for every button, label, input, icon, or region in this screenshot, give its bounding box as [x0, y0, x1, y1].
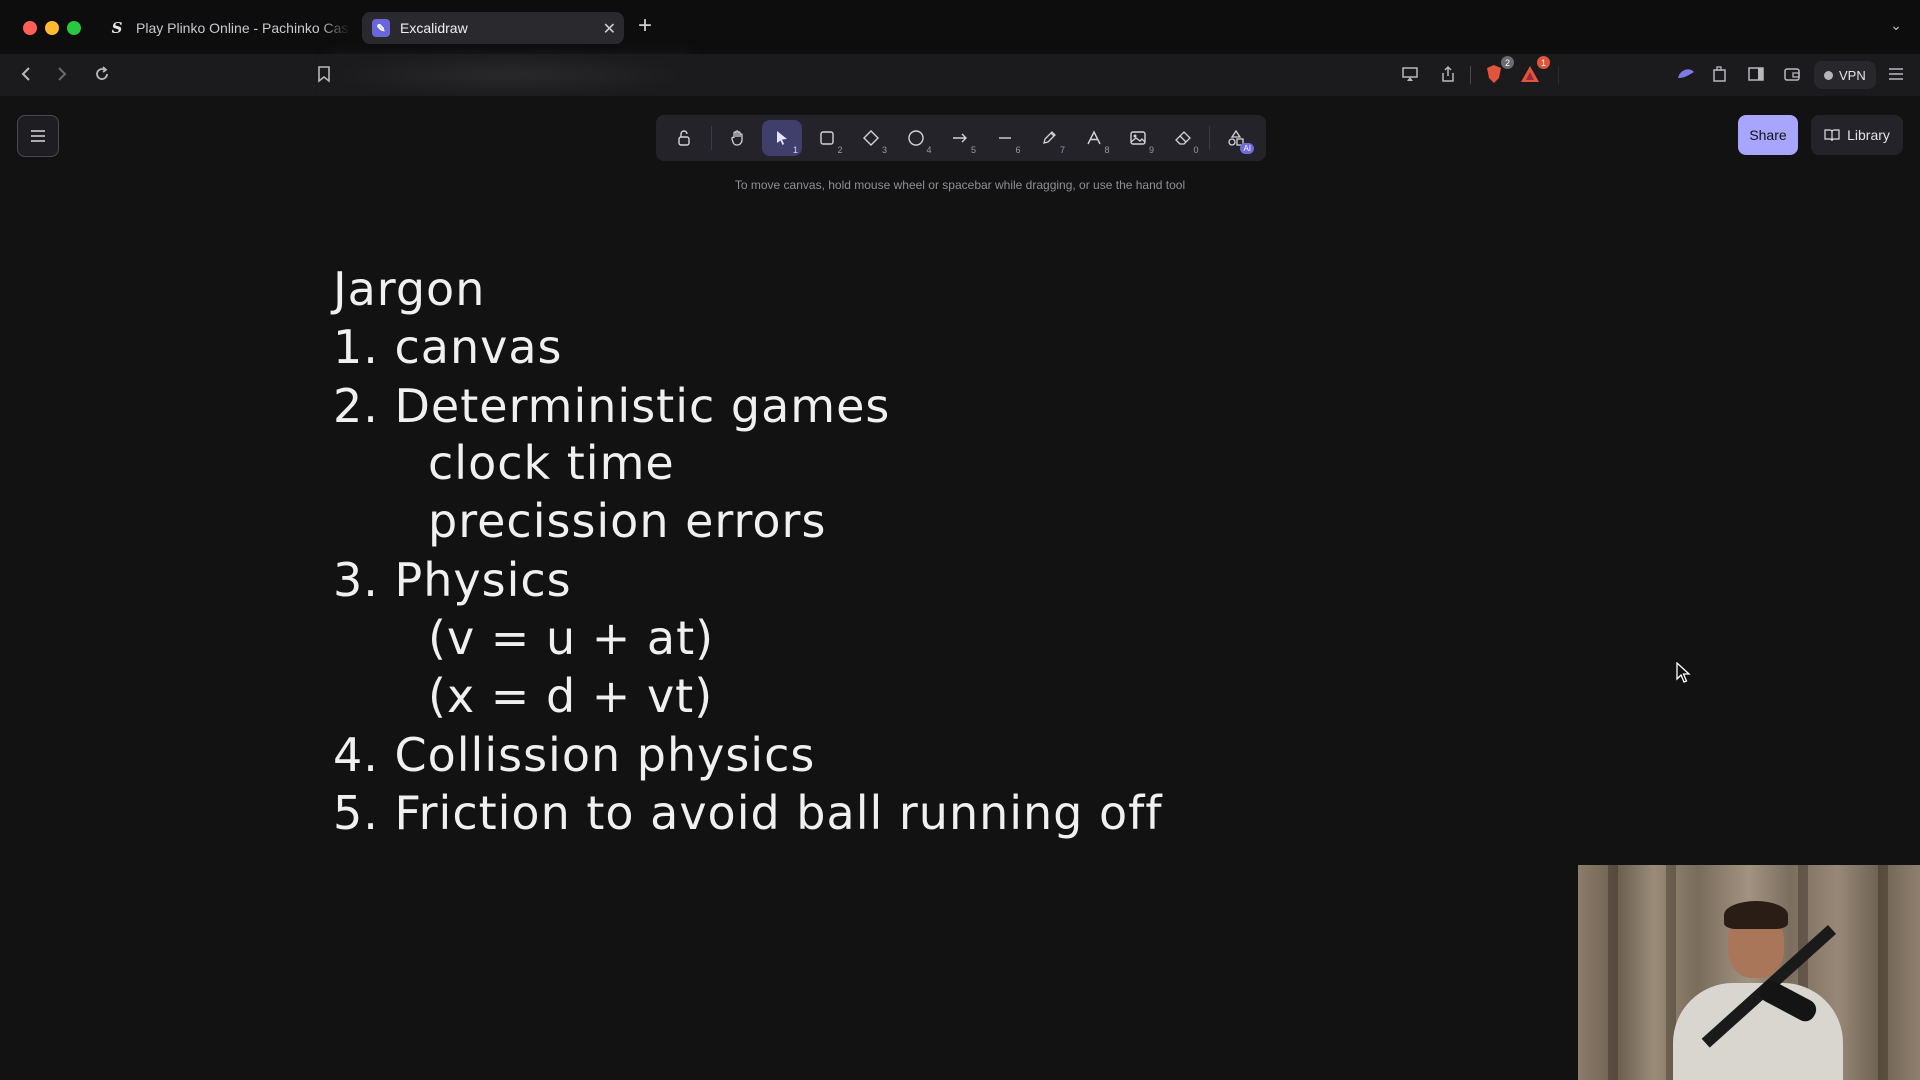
more-tools-button[interactable]: AI	[1216, 120, 1256, 156]
line-tool-button[interactable]: 6	[985, 120, 1025, 156]
excalidraw-icon: ✎	[372, 19, 390, 37]
text-tool-button[interactable]: 8	[1074, 120, 1114, 156]
canvas-text-line[interactable]: 1. canvas	[333, 324, 563, 370]
cast-icon[interactable]	[1396, 60, 1424, 88]
browser-chrome: S Play Plinko Online - Pachinko Casi ✎ E…	[0, 0, 1920, 96]
lock-tool-button[interactable]	[664, 120, 704, 156]
brave-shields-icon[interactable]: 2	[1480, 56, 1514, 88]
navigation-bar: 2 1 VPN	[0, 54, 1920, 96]
shortcut-key: 8	[1104, 145, 1110, 155]
canvas-text-line[interactable]: 2. Deterministic games	[333, 383, 890, 429]
vpn-label: VPN	[1839, 67, 1866, 83]
forward-icon[interactable]	[48, 60, 76, 88]
alert-count-badge: 1	[1537, 56, 1550, 69]
share-button[interactable]: Share	[1738, 115, 1798, 155]
shield-count-badge: 2	[1501, 56, 1514, 69]
maximize-window-button[interactable]	[67, 21, 81, 35]
tab-title: Excalidraw	[400, 20, 468, 36]
wallet-icon[interactable]	[1778, 60, 1806, 88]
text-icon	[1086, 130, 1101, 145]
main-menu-button[interactable]	[17, 115, 59, 157]
leo-ai-icon[interactable]	[1672, 60, 1700, 88]
shortcut-key: 9	[1148, 145, 1154, 155]
shortcut-key: 0	[1193, 145, 1199, 155]
bookmark-icon[interactable]	[310, 60, 338, 88]
pointer-icon	[777, 131, 787, 145]
mouse-cursor-icon	[1676, 662, 1691, 683]
vpn-status-icon	[1824, 70, 1833, 80]
extensions-icon[interactable]	[1706, 60, 1734, 88]
reload-icon[interactable]	[88, 60, 116, 88]
webcam-overlay	[1578, 865, 1920, 1080]
ai-badge: AI	[1240, 143, 1254, 154]
canvas-text-line[interactable]: clock time	[428, 440, 675, 486]
shapes-toolbar: 1 2 3 4 5 6 7 8 9 0 AI	[656, 115, 1266, 161]
hand-icon	[730, 130, 743, 146]
ellipse-tool-button[interactable]: 4	[896, 120, 936, 156]
shortcut-key: 2	[837, 145, 843, 155]
tab-title: Play Plinko Online - Pachinko Casi	[136, 20, 350, 36]
presenter-hair	[1724, 901, 1788, 929]
back-icon[interactable]	[12, 60, 40, 88]
tab-plinko[interactable]: S Play Plinko Online - Pachinko Casi	[100, 12, 350, 44]
rectangle-icon	[819, 131, 834, 145]
tab-excalidraw[interactable]: ✎ Excalidraw ✕	[362, 12, 624, 44]
lock-icon	[678, 130, 690, 146]
arrow-icon	[953, 133, 967, 143]
library-button[interactable]: Library	[1811, 115, 1903, 155]
close-tab-icon[interactable]: ✕	[603, 19, 616, 39]
rectangle-tool-button[interactable]: 2	[807, 120, 847, 156]
ellipse-icon	[907, 130, 924, 146]
eraser-tool-button[interactable]: 0	[1163, 120, 1203, 156]
shortcut-key: 5	[970, 145, 976, 155]
tab-strip: S Play Plinko Online - Pachinko Casi ✎ E…	[0, 0, 1920, 54]
site-favicon-icon: S	[111, 19, 123, 37]
canvas-text-line[interactable]: 3. Physics	[333, 557, 572, 603]
shortcut-key: 1	[792, 145, 798, 155]
canvas-text-line[interactable]: precission errors	[428, 498, 826, 544]
image-tool-button[interactable]: 9	[1118, 120, 1158, 156]
canvas-hint: To move canvas, hold mouse wheel or spac…	[734, 178, 1186, 192]
diamond-tool-button[interactable]: 3	[851, 120, 891, 156]
canvas-heading[interactable]: Jargon	[333, 266, 485, 312]
hamburger-icon	[31, 130, 45, 142]
canvas-text-line[interactable]: (v = u + at)	[428, 615, 714, 661]
shortcut-key: 3	[881, 145, 887, 155]
tab-list-chevron-icon[interactable]: ⌄	[1890, 17, 1902, 34]
vpn-button[interactable]: VPN	[1814, 61, 1876, 89]
brave-rewards-icon[interactable]: 1	[1516, 56, 1550, 88]
image-icon	[1130, 131, 1146, 145]
draw-tool-button[interactable]: 7	[1029, 120, 1069, 156]
sidebar-toggle-icon[interactable]	[1742, 60, 1770, 88]
close-window-button[interactable]	[23, 21, 37, 35]
canvas-text-line[interactable]: (x = d + vt)	[428, 673, 713, 719]
browser-menu-icon[interactable]	[1882, 60, 1910, 88]
arrow-tool-button[interactable]: 5	[940, 120, 980, 156]
diamond-icon	[863, 130, 879, 146]
shortcut-key: 6	[1015, 145, 1021, 155]
shortcut-key: 4	[926, 145, 932, 155]
selection-tool-button[interactable]: 1	[762, 120, 802, 156]
book-icon	[1824, 129, 1840, 142]
eraser-icon	[1174, 131, 1191, 145]
canvas-text-line[interactable]: 4. Collission physics	[333, 732, 815, 778]
library-label: Library	[1847, 127, 1890, 143]
canvas-text-line[interactable]: 5. Friction to avoid ball running off	[333, 790, 1163, 836]
new-tab-button[interactable]: +	[638, 14, 652, 38]
minimize-window-button[interactable]	[45, 21, 59, 35]
share-page-icon[interactable]	[1434, 60, 1462, 88]
hand-tool-button[interactable]	[718, 120, 758, 156]
shortcut-key: 7	[1059, 145, 1065, 155]
line-icon	[998, 137, 1011, 139]
pencil-icon	[1043, 131, 1056, 144]
